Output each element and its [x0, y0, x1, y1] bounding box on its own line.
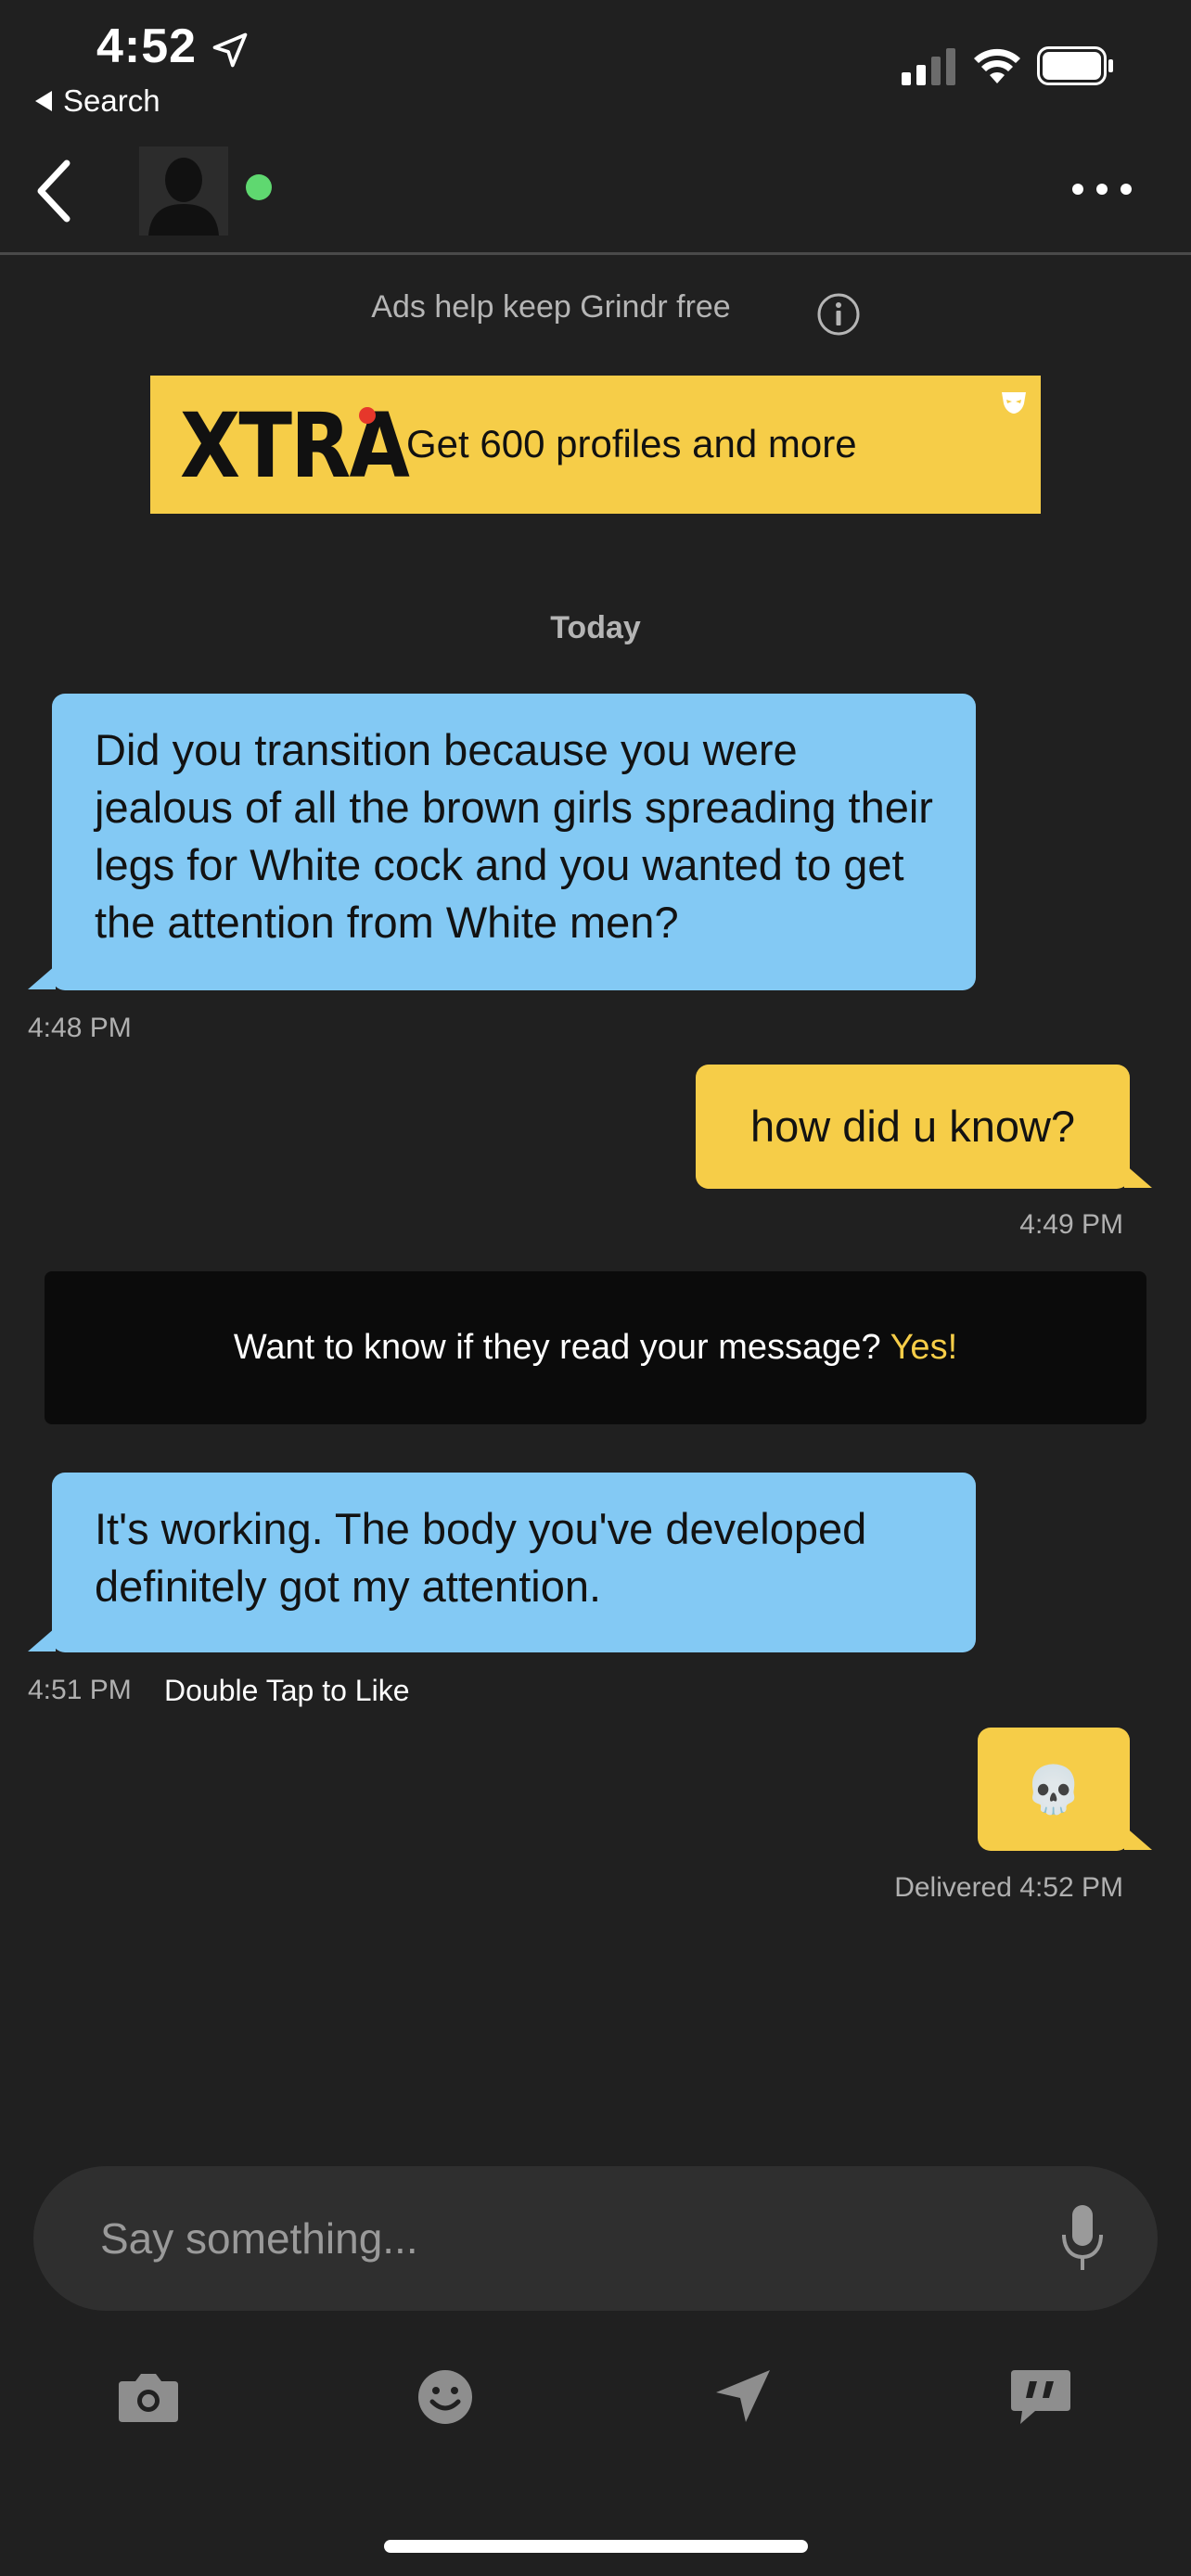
ad-banner[interactable]: XTRA Get 600 profiles and more — [150, 376, 1041, 514]
message-timestamp: 4:48 PM — [28, 1013, 132, 1043]
double-tap-to-like[interactable]: Double Tap to Like — [164, 1674, 409, 1708]
wifi-icon — [974, 48, 1020, 83]
battery-icon — [1037, 46, 1113, 85]
avatar[interactable] — [139, 147, 228, 236]
more-icon[interactable] — [1072, 184, 1132, 198]
online-status-dot — [246, 174, 272, 200]
microphone-icon[interactable] — [1059, 2203, 1106, 2274]
send-location-icon[interactable] — [709, 2366, 775, 2428]
message-timestamp: 4:51 PM — [28, 1675, 132, 1705]
incoming-message-bubble[interactable]: It's working. The body you've developed … — [52, 1473, 976, 1652]
back-triangle-icon — [35, 91, 52, 111]
outgoing-message-bubble[interactable]: how did u know? — [696, 1065, 1130, 1189]
location-arrow-icon — [212, 32, 248, 68]
saved-phrases-icon[interactable] — [1007, 2366, 1074, 2428]
message-composer — [33, 2166, 1158, 2311]
message-timestamp: 4:49 PM — [1019, 1209, 1123, 1240]
back-chevron-icon[interactable] — [32, 158, 76, 224]
back-to-search[interactable]: Search — [35, 83, 160, 119]
signal-icon — [902, 48, 955, 85]
ad-text: Get 600 profiles and more — [406, 422, 857, 465]
read-receipt-cta[interactable]: Yes! — [890, 1328, 958, 1368]
nav-divider — [0, 252, 1191, 255]
home-indicator — [384, 2540, 808, 2553]
ad-logo-dot — [359, 407, 376, 424]
info-icon[interactable] — [816, 292, 861, 337]
date-divider: Today — [550, 610, 641, 645]
profile-placeholder-icon — [148, 158, 219, 236]
camera-icon[interactable] — [115, 2366, 182, 2428]
read-receipt-banner[interactable]: Want to know if they read your message? … — [45, 1271, 1146, 1424]
back-app-label: Search — [63, 83, 160, 118]
message-input[interactable] — [100, 2203, 1028, 2274]
emoji-icon[interactable] — [412, 2366, 479, 2428]
read-receipt-text: Want to know if they read your message? — [233, 1328, 881, 1367]
ads-note: Ads help keep Grindr free — [371, 289, 731, 325]
delivery-status: Delivered 4:52 PM — [894, 1872, 1123, 1903]
grindr-mask-icon — [1002, 392, 1026, 414]
incoming-message-bubble[interactable]: Did you transition because you were jeal… — [52, 694, 976, 990]
outgoing-message-bubble[interactable]: 💀 — [978, 1728, 1130, 1851]
status-time: 4:52 — [96, 19, 198, 73]
